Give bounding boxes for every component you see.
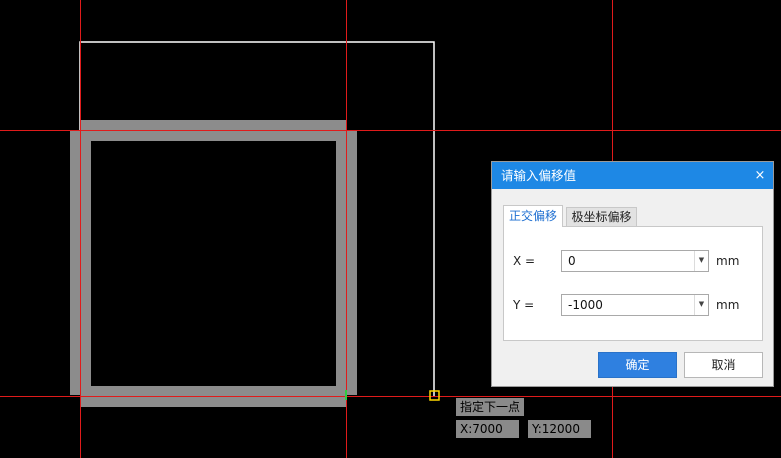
dialog-titlebar[interactable]: 请输入偏移值 × xyxy=(492,162,773,189)
tab-orthogonal-offset[interactable]: 正交偏移 xyxy=(503,205,563,227)
cancel-button[interactable]: 取消 xyxy=(684,352,763,378)
y-coordinate-readout: Y:12000 xyxy=(528,420,591,438)
y-unit-label: mm xyxy=(716,298,740,312)
y-field-label: Y = xyxy=(513,298,535,312)
x-field-label: X = xyxy=(513,254,536,268)
x-coordinate-readout: X:7000 xyxy=(456,420,519,438)
x-unit-label: mm xyxy=(716,254,740,268)
close-icon[interactable]: × xyxy=(753,162,767,189)
ok-button[interactable]: 确定 xyxy=(598,352,677,378)
rubber-band-outline xyxy=(79,41,435,396)
dialog-title: 请输入偏移值 xyxy=(501,168,577,183)
x-offset-value[interactable]: 0 xyxy=(568,251,576,271)
command-prompt-tooltip: 指定下一点 xyxy=(456,398,524,416)
chevron-down-icon[interactable]: ▼ xyxy=(694,251,708,271)
tab-polar-offset[interactable]: 极坐标偏移 xyxy=(566,207,637,227)
offset-dialog: 请输入偏移值 × 正交偏移 极坐标偏移 X = 0 ▼ mm Y = -1000… xyxy=(491,161,774,387)
tab-panel: X = 0 ▼ mm Y = -1000 ▼ mm xyxy=(503,226,763,341)
x-offset-combo[interactable]: 0 ▼ xyxy=(561,250,709,272)
chevron-down-icon[interactable]: ▼ xyxy=(694,295,708,315)
y-offset-combo[interactable]: -1000 ▼ xyxy=(561,294,709,316)
wall-frame xyxy=(70,120,357,407)
y-offset-value[interactable]: -1000 xyxy=(568,295,603,315)
